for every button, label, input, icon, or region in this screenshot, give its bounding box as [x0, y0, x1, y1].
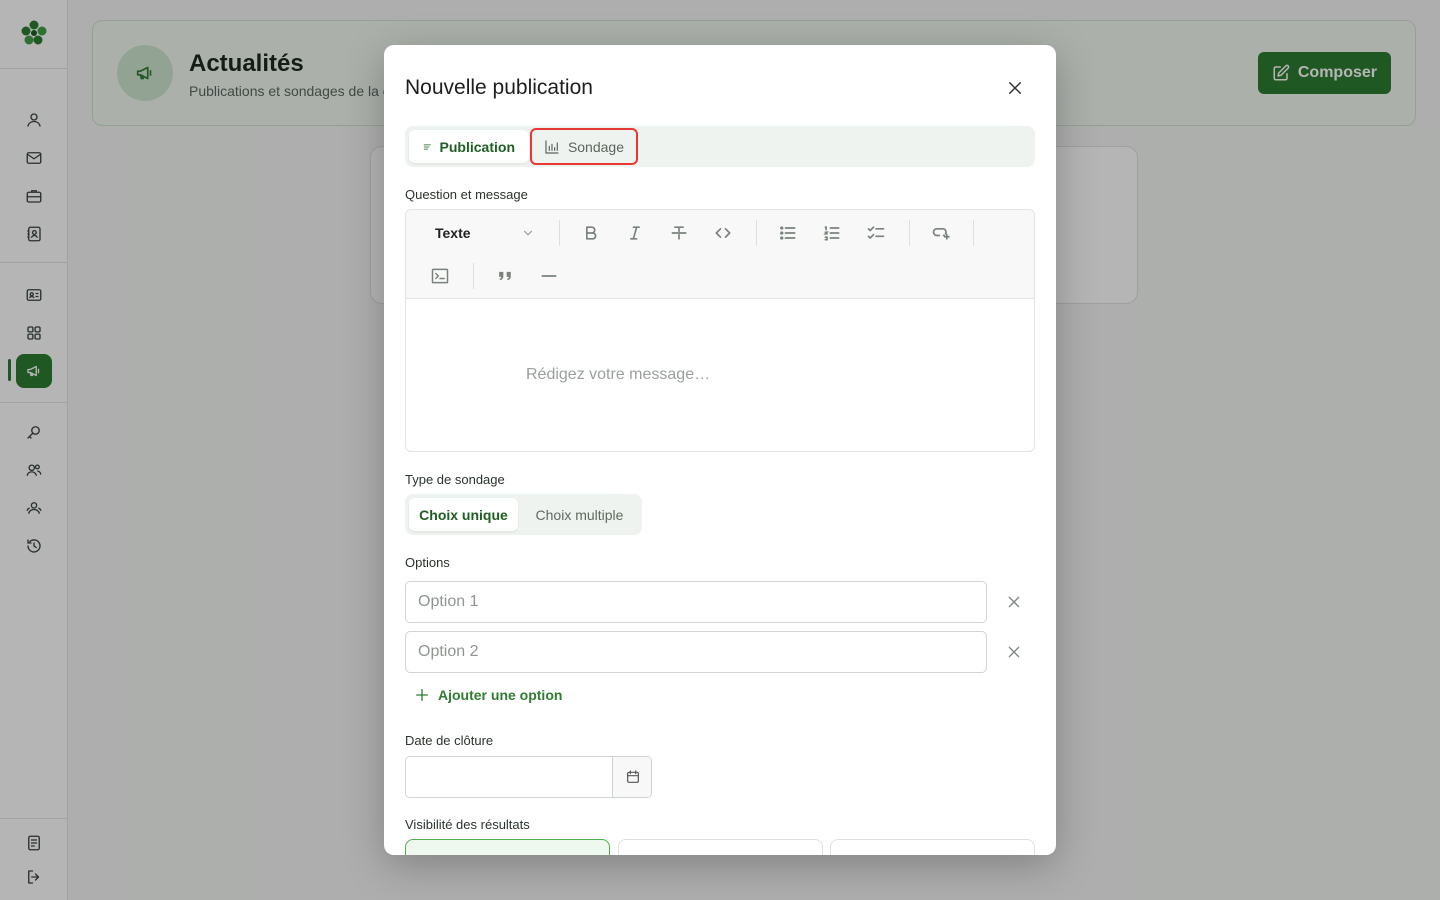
code-button[interactable]: [709, 219, 737, 247]
calendar-button[interactable]: [612, 757, 651, 797]
editor-placeholder[interactable]: Rédigez votre message…: [526, 366, 710, 384]
tab-poll[interactable]: Sondage: [530, 128, 638, 165]
visibility-option-2[interactable]: [618, 839, 823, 855]
editor-toolbar: Texte: [406, 210, 1034, 299]
close-date-label: Date de clôture: [405, 733, 494, 748]
close-button[interactable]: [1002, 75, 1028, 101]
poll-type-label: Type de sondage: [405, 472, 505, 487]
remove-option-1-button[interactable]: [1002, 590, 1026, 614]
task-list-button[interactable]: [862, 219, 890, 247]
align-left-icon: [423, 144, 431, 149]
ordered-list-icon: [823, 226, 840, 241]
post-type-tabs: Publication Sondage: [405, 126, 1035, 167]
link-button[interactable]: [927, 219, 955, 247]
rich-text-editor: Texte Rédigez votre message…: [405, 209, 1035, 452]
terminal-icon: [431, 268, 449, 284]
checklist-icon: [867, 226, 885, 239]
option-input-1[interactable]: [405, 581, 987, 623]
close-icon: [1008, 596, 1020, 608]
tab-label: Sondage: [567, 138, 624, 155]
close-date-input[interactable]: [406, 757, 612, 797]
tab-label: Publication: [439, 138, 515, 155]
bold-icon: [586, 226, 597, 240]
toolbar-separator: [559, 220, 560, 246]
tab-publication[interactable]: Publication: [409, 130, 529, 163]
message-label: Question et message: [405, 187, 528, 202]
visibility-option-3[interactable]: [830, 839, 1035, 855]
close-icon: [1009, 82, 1021, 94]
close-icon: [1008, 646, 1020, 658]
link-icon: [932, 227, 950, 240]
horizontal-rule-button[interactable]: [535, 262, 563, 290]
single-choice-button[interactable]: Choix unique: [409, 498, 518, 531]
toolbar-separator: [909, 220, 910, 246]
add-option-button[interactable]: Ajouter une option: [414, 687, 562, 703]
bullet-list-icon: [780, 226, 796, 240]
block-type-select[interactable]: Texte: [435, 222, 535, 244]
minus-icon: [541, 275, 557, 277]
strikethrough-button[interactable]: [665, 219, 693, 247]
visibility-option-1[interactable]: [405, 839, 610, 855]
multiple-choice-button[interactable]: Choix multiple: [523, 498, 636, 531]
quote-icon: [499, 271, 511, 281]
plus-icon: [416, 689, 428, 701]
toolbar-separator: [756, 220, 757, 246]
close-date-field: [405, 756, 652, 798]
block-type-value: Texte: [435, 225, 471, 241]
options-label: Options: [405, 555, 450, 570]
bold-button[interactable]: [577, 219, 605, 247]
remove-option-2-button[interactable]: [1002, 640, 1026, 664]
code-block-button[interactable]: [426, 262, 454, 290]
toolbar-separator: [473, 263, 474, 289]
ordered-list-button[interactable]: [818, 219, 846, 247]
code-icon: [715, 228, 731, 238]
bullet-list-button[interactable]: [774, 219, 802, 247]
chevron-down-icon: [523, 230, 533, 236]
poll-type-toggle: Choix unique Choix multiple: [405, 494, 642, 535]
italic-icon: [630, 226, 640, 240]
italic-button[interactable]: [621, 219, 649, 247]
dialog-title: Nouvelle publication: [405, 76, 593, 99]
bar-chart-icon: [545, 139, 559, 154]
toolbar-separator: [973, 220, 974, 246]
strikethrough-icon: [671, 226, 687, 240]
option-input-2[interactable]: [405, 631, 987, 673]
add-option-label: Ajouter une option: [438, 687, 563, 703]
quote-button[interactable]: [491, 262, 519, 290]
new-post-dialog: Nouvelle publication Publication Sondage…: [384, 45, 1056, 855]
visibility-label: Visibilité des résultats: [405, 817, 530, 832]
calendar-icon: [626, 770, 639, 783]
